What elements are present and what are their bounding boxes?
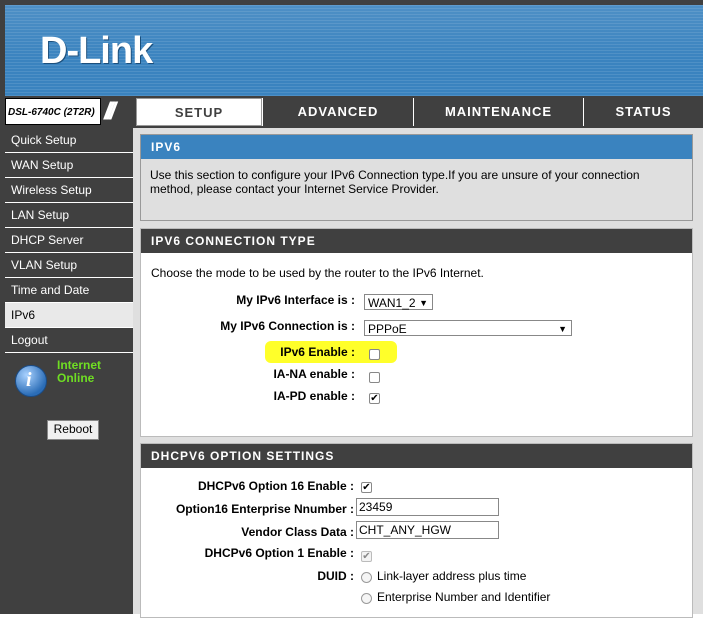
header-banner: D-Link — [5, 5, 703, 96]
ipv6-enable-checkbox[interactable] — [369, 349, 380, 360]
duid-label: DUID : — [317, 569, 354, 583]
connection-select[interactable]: PPPoE ▼ — [364, 320, 572, 336]
opt1-checkbox[interactable]: ✔ — [361, 551, 372, 562]
duid-radio-enterprise[interactable] — [361, 593, 372, 604]
opt16-label: DHCPv6 Option 16 Enable : — [197, 479, 354, 493]
sidebar-item-wireless-setup[interactable]: Wireless Setup — [5, 178, 133, 203]
vendor-input[interactable]: CHT_ANY_HGW — [356, 521, 499, 539]
vendor-label: Vendor Class Data : — [241, 525, 354, 539]
ipv6-description: Use this section to configure your IPv6 … — [150, 168, 640, 196]
tab-advanced[interactable]: ADVANCED — [262, 98, 413, 126]
ia-pd-checkbox[interactable]: ✔ — [369, 393, 380, 404]
connection-value: PPPoE — [368, 322, 407, 336]
opt16-checkbox[interactable]: ✔ — [361, 482, 372, 493]
enterprise-input[interactable]: 23459 — [356, 498, 499, 516]
slash-decoration: /// — [104, 98, 116, 125]
dhcpv6-title: DHCPV6 OPTION SETTINGS — [141, 444, 692, 468]
interface-value: WAN1_2 — [368, 296, 416, 310]
ia-pd-label: IA-PD enable : — [273, 389, 355, 403]
opt1-label: DHCPv6 Option 1 Enable : — [204, 546, 354, 560]
connection-label: My IPv6 Connection is : — [220, 319, 355, 333]
model-label: DSL-6740C (2T2R) — [5, 98, 101, 125]
interface-label: My IPv6 Interface is : — [236, 293, 355, 307]
sidebar-item-time-date[interactable]: Time and Date — [5, 278, 133, 303]
connection-intro: Choose the mode to be used by the router… — [151, 266, 484, 280]
dhcpv6-box: DHCPV6 OPTION SETTINGS DHCPv6 Option 16 … — [140, 443, 693, 618]
duid-option-link-layer: Link-layer address plus time — [377, 569, 527, 583]
sidebar-item-lan-setup[interactable]: LAN Setup — [5, 203, 133, 228]
interface-select[interactable]: WAN1_2 ▼ — [364, 294, 433, 310]
connection-type-title: IPV6 CONNECTION TYPE — [141, 229, 692, 253]
enterprise-label: Option16 Enterprise Nnumber : — [175, 502, 354, 516]
sidebar-item-logout[interactable]: Logout — [5, 328, 133, 353]
sidebar-item-ipv6[interactable]: IPv6 — [5, 303, 133, 328]
status-line-online: Online — [57, 371, 95, 385]
main-content: IPV6 Use this section to configure your … — [133, 128, 703, 618]
tab-setup[interactable]: SETUP — [136, 98, 262, 126]
sidebar-item-vlan-setup[interactable]: VLAN Setup — [5, 253, 133, 278]
ia-na-label: IA-NA enable : — [273, 367, 355, 381]
internet-status: i Internet Online — [5, 359, 133, 407]
sidebar-item-quick-setup[interactable]: Quick Setup — [5, 128, 133, 153]
duid-radio-link-layer[interactable] — [361, 572, 372, 583]
ipv6-section-title: IPV6 — [141, 135, 692, 159]
tab-status[interactable]: STATUS — [583, 98, 703, 126]
connection-type-box: IPV6 CONNECTION TYPE Choose the mode to … — [140, 228, 693, 437]
ipv6-enable-label: IPv6 Enable : — [280, 345, 355, 359]
chevron-down-icon: ▼ — [558, 324, 567, 334]
dlink-logo: D-Link — [40, 30, 153, 72]
ipv6-info-box: IPV6 Use this section to configure your … — [140, 134, 693, 221]
ia-na-checkbox[interactable] — [369, 372, 380, 383]
duid-option-enterprise: Enterprise Number and Identifier — [377, 590, 551, 604]
chevron-down-icon: ▼ — [419, 298, 428, 308]
reboot-button[interactable]: Reboot — [47, 420, 99, 440]
sidebar: Quick Setup WAN Setup Wireless Setup LAN… — [5, 128, 133, 614]
status-text: Internet Online — [57, 359, 101, 385]
info-globe-icon: i — [15, 365, 47, 397]
tab-maintenance[interactable]: MAINTENANCE — [413, 98, 583, 126]
sidebar-item-wan-setup[interactable]: WAN Setup — [5, 153, 133, 178]
sidebar-item-dhcp-server[interactable]: DHCP Server — [5, 228, 133, 253]
